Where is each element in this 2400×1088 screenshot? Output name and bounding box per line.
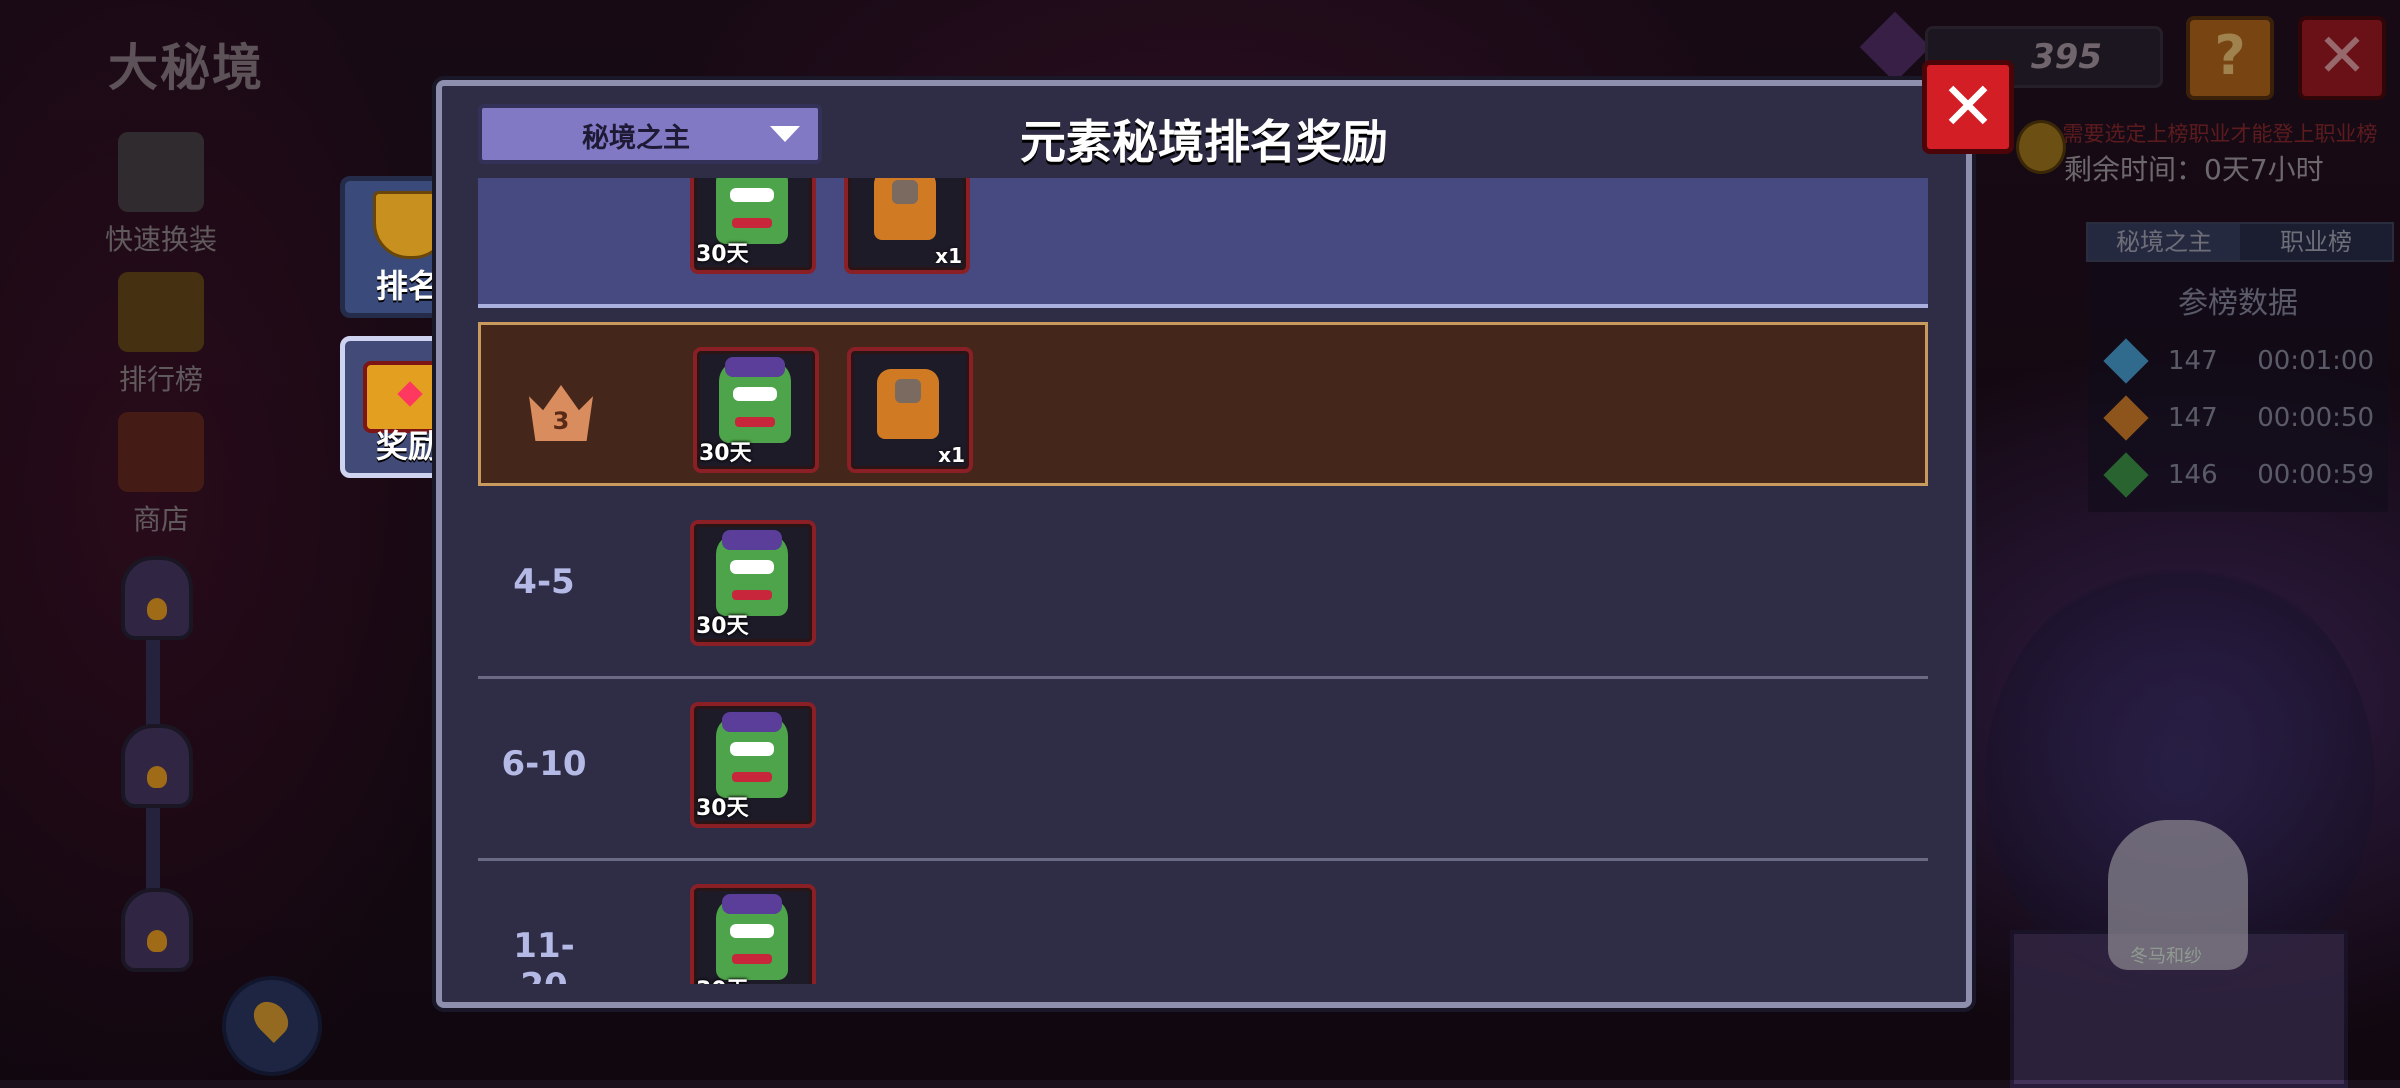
reward-row-highlighted: 3 30天 x1 — [478, 322, 1928, 486]
frog-avatar-icon — [716, 894, 788, 980]
mystery-box-icon — [874, 178, 936, 240]
rank-number: 3 — [552, 407, 570, 435]
reward-item[interactable]: 30天 — [690, 178, 816, 274]
frog-avatar-icon — [716, 530, 788, 616]
reward-item[interactable]: x1 — [844, 178, 970, 274]
rank-range: 11-20 — [513, 926, 575, 984]
reward-item[interactable]: 30天 — [690, 702, 816, 828]
close-button[interactable]: ✕ — [1922, 60, 2014, 154]
rank-range: 4-5 — [513, 562, 575, 602]
reward-item[interactable]: 30天 — [690, 520, 816, 646]
reward-row: 11-20 30天 — [478, 864, 1928, 984]
duration-tag: 30天 — [696, 972, 749, 984]
frog-avatar-icon — [716, 712, 788, 798]
duration-tag: 30天 — [696, 242, 749, 267]
quantity-tag: x1 — [935, 244, 962, 268]
reward-list[interactable]: 30天 x1 3 30天 x1 4-5 30天 6-10 30天 11- — [478, 178, 1928, 984]
rank-reward-dialog: 秘境之主 元素秘境排名奖励 ✕ 30天 x1 3 30天 x1 4-5 30天 … — [436, 60, 2014, 1008]
frog-avatar-icon — [719, 357, 791, 443]
reward-row: 4-5 30天 — [478, 500, 1928, 679]
mystery-box-icon — [877, 369, 939, 439]
reward-row: 30天 x1 — [478, 178, 1928, 308]
duration-tag: 30天 — [696, 796, 749, 821]
dialog-title: 元素秘境排名奖励 — [1020, 115, 1388, 169]
quantity-tag: x1 — [938, 443, 965, 467]
frog-avatar-icon — [716, 178, 788, 244]
reward-row: 6-10 30天 — [478, 682, 1928, 861]
rank-range: 6-10 — [501, 744, 587, 784]
duration-tag: 30天 — [699, 441, 752, 466]
bronze-crown-icon: 3 — [529, 385, 593, 441]
duration-tag: 30天 — [696, 614, 749, 639]
reward-item[interactable]: 30天 — [690, 884, 816, 984]
reward-item[interactable]: x1 — [847, 347, 973, 473]
reward-item[interactable]: 30天 — [693, 347, 819, 473]
